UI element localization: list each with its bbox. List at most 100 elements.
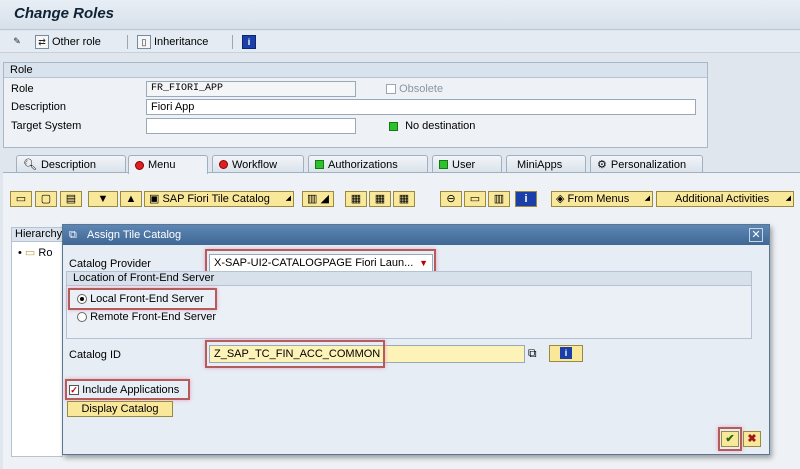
application-toolbar: ✎ ⇄ Other role ▯ Inheritance i bbox=[0, 31, 800, 53]
catalog-id-highlight bbox=[205, 340, 385, 368]
catalog-icon: ▣ bbox=[149, 193, 160, 205]
destination-status: No destination bbox=[389, 120, 475, 132]
tab-label: Workflow bbox=[232, 158, 278, 171]
tab-description[interactable]: 🔍︎ Description bbox=[16, 155, 126, 173]
binoculars-icon: ▦ bbox=[350, 193, 362, 205]
search-icon: 🔍︎ bbox=[23, 159, 37, 171]
inheritance-icon: ▯ bbox=[137, 35, 151, 49]
info-button[interactable]: i bbox=[549, 345, 583, 362]
tab-personalization[interactable]: ⚙ Personalization bbox=[590, 155, 703, 173]
tab-user[interactable]: User bbox=[432, 155, 502, 173]
obsolete-label: Obsolete bbox=[399, 83, 444, 95]
tree-node[interactable]: • ▭ Ro bbox=[12, 242, 62, 259]
transaction-icon: ▥ ◢ bbox=[307, 193, 329, 205]
additional-activities-button[interactable]: Additional Activities ◢ bbox=[656, 191, 794, 207]
toolbar-divider bbox=[127, 35, 128, 49]
display-catalog-button[interactable]: Display Catalog bbox=[67, 401, 173, 417]
confirm-highlight bbox=[718, 427, 742, 451]
tab-label: User bbox=[452, 158, 476, 171]
info-icon: i bbox=[560, 347, 572, 359]
find-next-button[interactable]: ▦ bbox=[369, 191, 391, 207]
menu-toolbar: ▭ ▢ ▤ ▼ ▲ ▣ SAP Fiori Tile Catalog ◢ ▥ ◢… bbox=[10, 191, 800, 207]
tab-menu[interactable]: Menu bbox=[128, 155, 208, 174]
assign-tile-catalog-dialog: ⧉ Assign Tile Catalog ✕ Catalog Provider… bbox=[62, 224, 770, 455]
other-view-button[interactable]: ▦ bbox=[393, 191, 415, 207]
toolbar-divider bbox=[232, 35, 233, 49]
view-icon: ▦ bbox=[398, 193, 410, 205]
folder-button[interactable]: ▢ bbox=[35, 191, 57, 207]
dropdown-icon: ◢ bbox=[644, 195, 650, 202]
columns-button[interactable]: ▥ bbox=[488, 191, 510, 207]
info-button[interactable]: i bbox=[515, 191, 537, 207]
inheritance-label: Inheritance bbox=[154, 36, 209, 48]
triangle-down-icon: ▼ bbox=[97, 193, 109, 205]
move-down-button[interactable]: ▼ bbox=[88, 191, 118, 207]
bullet-icon: • bbox=[18, 247, 22, 259]
sap-fiori-tile-catalog-label: SAP Fiori Tile Catalog bbox=[162, 193, 270, 205]
insert-icon: ▤ bbox=[65, 193, 77, 205]
role-field[interactable]: FR_FIORI_APP bbox=[146, 81, 356, 97]
find-button[interactable]: ▦ bbox=[345, 191, 367, 207]
radio-unselected-icon bbox=[77, 312, 87, 323]
remote-server-radio[interactable]: Remote Front-End Server bbox=[77, 311, 216, 323]
red-status-icon bbox=[219, 160, 228, 169]
transaction-button[interactable]: ▥ ◢ bbox=[302, 191, 334, 207]
other-role-button[interactable]: ⇄ Other role bbox=[35, 34, 101, 50]
green-status-icon bbox=[439, 160, 448, 169]
triangle-up-icon: ▲ bbox=[125, 193, 137, 205]
zoom-button[interactable]: ⊖ bbox=[440, 191, 462, 207]
tab-miniapps[interactable]: MiniApps bbox=[506, 155, 586, 173]
insert-button[interactable]: ▤ bbox=[60, 191, 82, 207]
tab-strip: 🔍︎ Description Menu Workflow Authorizati… bbox=[14, 155, 714, 174]
tab-authorizations[interactable]: Authorizations bbox=[308, 155, 428, 173]
print-button[interactable]: ▭ bbox=[464, 191, 486, 207]
pencil-icon: ✎ bbox=[13, 36, 21, 46]
tree-node-label: Ro bbox=[38, 247, 53, 259]
obsolete-checkbox[interactable]: Obsolete bbox=[386, 83, 443, 95]
folder-icon: ▭ bbox=[24, 247, 36, 259]
green-status-icon bbox=[315, 160, 324, 169]
obsolete-check-icon bbox=[386, 84, 396, 95]
target-system-field[interactable] bbox=[146, 118, 356, 134]
green-status-icon bbox=[389, 121, 398, 131]
value-help-icon[interactable]: ⧉ bbox=[528, 346, 537, 361]
expand-button[interactable]: ▭ bbox=[10, 191, 32, 207]
title-bar: Change Roles bbox=[0, 0, 800, 30]
info-button[interactable]: i bbox=[242, 34, 256, 50]
remote-server-label: Remote Front-End Server bbox=[90, 311, 216, 323]
red-status-icon bbox=[135, 160, 144, 170]
folder-icon: ▢ bbox=[40, 193, 52, 205]
catalog-provider-label: Catalog Provider bbox=[69, 258, 151, 270]
destination-status-text: No destination bbox=[405, 120, 476, 132]
role-panel: Role Role FR_FIORI_APP Obsolete Descript… bbox=[3, 62, 708, 148]
dialog-title: Assign Tile Catalog bbox=[87, 229, 182, 241]
gear-icon: ⚙ bbox=[597, 159, 607, 171]
dialog-icon: ⧉ bbox=[69, 229, 77, 241]
cancel-button[interactable]: ✖ bbox=[743, 431, 761, 447]
additional-activities-label: Additional Activities bbox=[675, 193, 770, 205]
other-role-icon: ⇄ bbox=[35, 35, 49, 49]
description-label: Description bbox=[11, 101, 67, 113]
dialog-title-bar: ⧉ Assign Tile Catalog ✕ bbox=[63, 225, 769, 245]
tab-label: Personalization bbox=[610, 158, 687, 171]
sap-fiori-tile-catalog-button[interactable]: ▣ SAP Fiori Tile Catalog ◢ bbox=[144, 191, 294, 207]
from-menus-label: From Menus bbox=[567, 193, 630, 205]
local-server-highlight bbox=[68, 288, 217, 310]
inheritance-button[interactable]: ▯ Inheritance bbox=[137, 34, 208, 50]
other-role-label: Other role bbox=[52, 36, 101, 48]
tab-label: Description bbox=[40, 158, 96, 171]
description-field[interactable]: Fiori App bbox=[146, 99, 696, 115]
menu-hierarchy-tree: Hierarchy • ▭ Ro bbox=[11, 227, 63, 457]
expand-icon: ▭ bbox=[15, 193, 27, 205]
page-title: Change Roles bbox=[14, 5, 115, 22]
display-change-button[interactable]: ✎ bbox=[10, 34, 24, 50]
close-icon[interactable]: ✕ bbox=[749, 228, 763, 242]
magnifier-icon: ⊖ bbox=[446, 193, 456, 205]
include-highlight bbox=[65, 379, 190, 400]
move-up-button[interactable]: ▲ bbox=[120, 191, 142, 207]
close-icon: ✖ bbox=[747, 433, 757, 445]
info-icon: i bbox=[524, 193, 528, 205]
tab-workflow[interactable]: Workflow bbox=[212, 155, 304, 173]
print-icon: ▭ bbox=[469, 193, 481, 205]
from-menus-button[interactable]: ◈ From Menus ◢ bbox=[551, 191, 653, 207]
